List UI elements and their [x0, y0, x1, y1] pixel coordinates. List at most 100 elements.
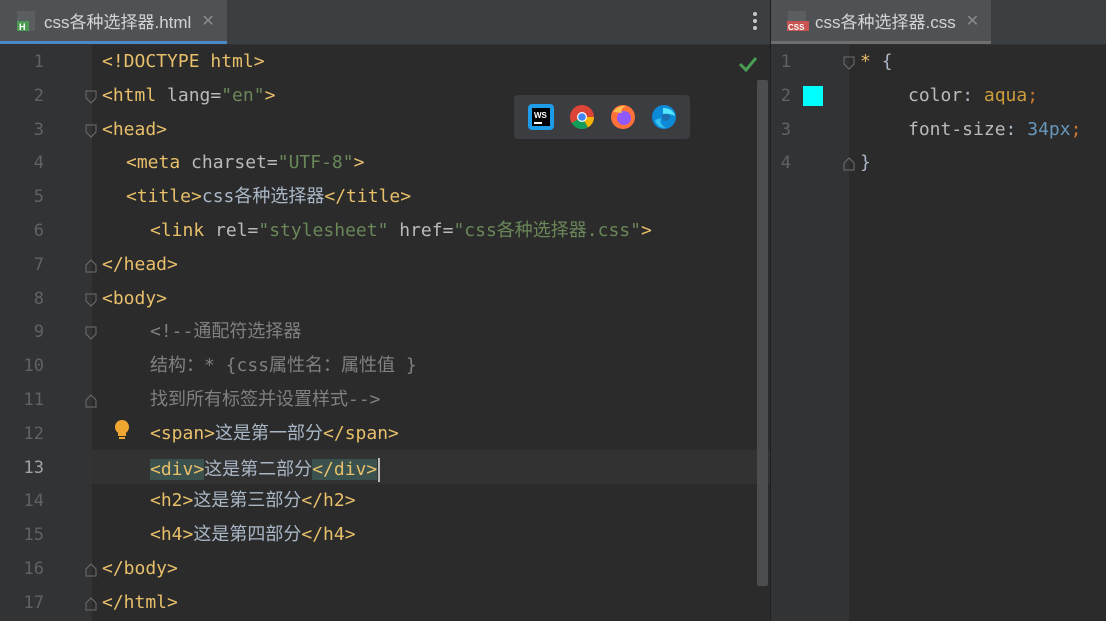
fold-marker-icon[interactable] [85, 325, 97, 341]
html-code-line[interactable]: 找到所有标签并设置样式--> [150, 390, 381, 410]
css-code-line[interactable]: } [860, 153, 871, 173]
html-line-number: 13 [23, 457, 44, 478]
css-file-icon: CSS [787, 10, 809, 32]
left-tab-bar: H css各种选择器.html ✕ [0, 0, 771, 45]
html-code-line[interactable]: <h4>这是第四部分</h4> [150, 525, 356, 545]
html-code-line[interactable]: </head> [102, 253, 178, 275]
svg-text:WS: WS [534, 111, 548, 120]
code-token: charset= [180, 152, 278, 174]
html-code-line[interactable]: <title>css各种选择器</title> [126, 187, 411, 207]
fold-marker-icon[interactable] [85, 123, 97, 138]
css-line-number: 2 [780, 85, 791, 106]
fold-marker-icon[interactable] [85, 596, 97, 611]
code-token: : [1005, 118, 1028, 140]
html-code-line[interactable]: <!--通配符选择器 [150, 322, 301, 342]
code-token: </span> [323, 422, 399, 444]
html-line-number: 2 [33, 85, 44, 106]
html-code-line[interactable]: <head> [102, 118, 168, 140]
html-code-line[interactable]: <body> [102, 288, 167, 309]
html-line-number: 16 [23, 559, 44, 579]
code-token: <!DOCTYPE html> [102, 51, 265, 72]
code-token: : [962, 84, 984, 106]
html-line-number: 7 [33, 254, 44, 275]
code-token: </title> [324, 186, 412, 208]
firefox-icon[interactable] [610, 104, 636, 130]
fold-marker-icon[interactable] [85, 292, 97, 307]
html-line-number: 12 [23, 423, 44, 444]
svg-text:CSS: CSS [788, 23, 805, 32]
code-token: </h4> [301, 524, 356, 546]
code-token: } [860, 152, 871, 174]
code-token: href= [388, 220, 454, 241]
html-code-line[interactable]: <span>这是第一部分</span> [150, 422, 399, 444]
fold-marker-icon[interactable] [843, 55, 855, 70]
tab-html-label: css各种选择器.html [44, 13, 192, 32]
html-line-number: 8 [33, 288, 44, 309]
code-token: > [264, 84, 276, 106]
close-icon[interactable]: ✕ [201, 11, 214, 31]
code-token: "css各种选择器.css" [453, 220, 641, 241]
css-code-line[interactable]: font-size: 34px; [908, 118, 1082, 140]
html-code-line[interactable]: </body> [102, 559, 178, 579]
html-file-icon: H [16, 10, 36, 32]
close-icon[interactable]: ✕ [966, 11, 979, 31]
html-line-number: 10 [23, 356, 44, 377]
html-code-line[interactable]: <link rel="stylesheet" href="css各种选择器.cs… [150, 221, 652, 241]
code-token: ; [1070, 118, 1082, 140]
color-swatch[interactable] [803, 86, 823, 106]
tab-css-file[interactable]: CSS css各种选择器.css ✕ [771, 0, 992, 44]
html-line-number: 15 [23, 525, 44, 546]
code-token: font-size [908, 118, 1006, 140]
code-token: </div> [312, 458, 378, 480]
fold-marker-icon[interactable] [85, 562, 97, 577]
html-code-line[interactable]: <meta charset="UTF-8"> [126, 153, 364, 173]
code-token: <meta [126, 152, 181, 174]
html-code-line[interactable]: <html lang="en"> [102, 84, 276, 106]
code-token: 这是第四部分 [193, 524, 302, 546]
tab-html-file[interactable]: H css各种选择器.html ✕ [0, 0, 227, 44]
webstorm-icon[interactable]: WS [527, 104, 554, 130]
css-line-number: 1 [780, 52, 791, 72]
right-tab-bar: CSS css各种选择器.css ✕ [771, 0, 1106, 45]
code-token: css各种选择器 [201, 186, 325, 208]
code-token: <!--通配符选择器 [150, 321, 302, 343]
fold-marker-icon[interactable] [85, 258, 97, 273]
html-line-number: 14 [23, 491, 44, 512]
text-cursor [378, 457, 381, 482]
code-token: <div> [150, 458, 205, 480]
tab-css-label: css各种选择器.css [815, 13, 956, 32]
checkmark-icon[interactable] [738, 56, 758, 73]
code-token: lang= [156, 84, 222, 106]
code-token: <h2> [150, 490, 194, 512]
html-code-line[interactable]: </html> [102, 591, 178, 613]
html-code-line[interactable]: <!DOCTYPE html> [102, 52, 265, 72]
code-token: "en" [221, 84, 265, 106]
html-code-line[interactable]: 结构：* {css属性名：属性值 } [150, 356, 417, 376]
html-line-number: 9 [33, 322, 44, 343]
code-token: <h4> [150, 524, 194, 546]
code-token: rel= [204, 220, 259, 241]
css-line-number: 4 [780, 153, 791, 174]
more-options-icon[interactable] [753, 12, 757, 33]
code-token: <head> [102, 118, 168, 140]
code-token: <title> [126, 186, 202, 208]
code-token: 这是第二部分 [204, 458, 313, 480]
html-editor-pane: H css各种选择器.html ✕ 1 2 3 4 5 6 7 8 9 10 11 12 13 14 15 1… [0, 0, 771, 621]
edge-icon[interactable] [651, 104, 677, 130]
vertical-scrollbar[interactable] [757, 80, 768, 586]
html-code-line[interactable]: <h2>这是第三部分</h2> [150, 491, 356, 511]
fold-marker-icon[interactable] [85, 393, 97, 408]
fold-marker-icon[interactable] [843, 156, 855, 171]
css-code-line[interactable]: color: aqua; [908, 84, 1038, 106]
code-token: <span> [150, 422, 216, 444]
code-token: > [353, 152, 365, 174]
code-token: </head> [102, 253, 178, 275]
code-token: </html> [102, 591, 178, 613]
chrome-icon[interactable] [569, 104, 595, 130]
fold-marker-icon[interactable] [85, 89, 97, 104]
code-token: 34px [1027, 118, 1071, 140]
lightbulb-icon[interactable] [111, 418, 133, 442]
html-code-line[interactable]: <div>这是第二部分</div> [150, 457, 381, 482]
html-line-number: 1 [33, 52, 44, 72]
css-code-line[interactable]: * { [860, 52, 893, 72]
